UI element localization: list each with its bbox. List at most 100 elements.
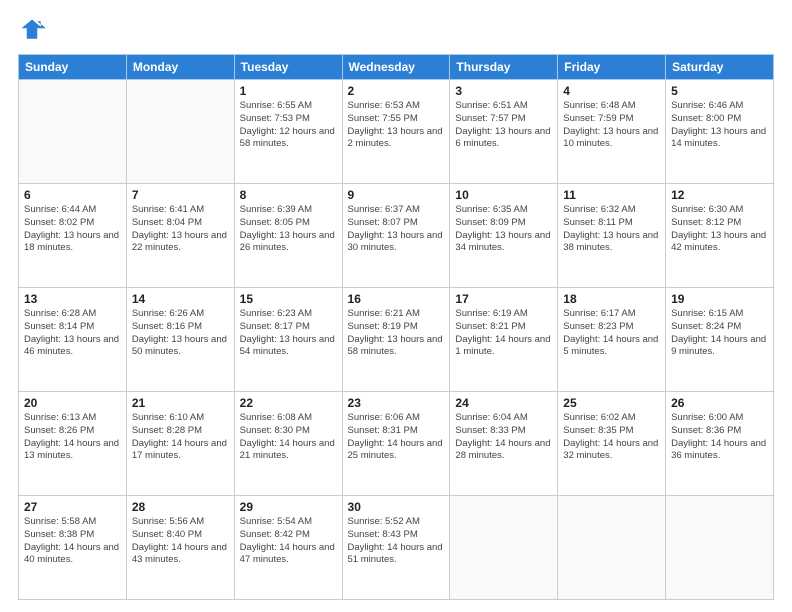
calendar-header: SundayMondayTuesdayWednesdayThursdayFrid… (19, 55, 774, 80)
calendar-cell: 5 Sunrise: 6:46 AM Sunset: 8:00 PM Daylig… (666, 80, 774, 184)
day-info: Sunrise: 6:15 AM Sunset: 8:24 PM Dayligh… (671, 308, 768, 359)
calendar-cell: 7 Sunrise: 6:41 AM Sunset: 8:04 PM Daylig… (126, 184, 234, 288)
calendar-week-3: 20Sunrise: 6:13 AM Sunset: 8:26 PM Dayli… (19, 392, 774, 496)
weekday-header-friday: Friday (558, 55, 666, 80)
day-number: 16 (348, 292, 445, 306)
day-info: Sunrise: 6:39 AM Sunset: 8:05 PM Dayligh… (240, 204, 337, 255)
calendar-cell (19, 80, 127, 184)
calendar-week-1: 6 Sunrise: 6:44 AM Sunset: 8:02 PM Daylig… (19, 184, 774, 288)
day-number: 9 (348, 188, 445, 202)
calendar-cell: 11 Sunrise: 6:32 AM Sunset: 8:11 PM Dayli… (558, 184, 666, 288)
calendar-cell: 21 Sunrise: 6:10 AM Sunset: 8:28 PM Dayli… (126, 392, 234, 496)
calendar-cell: 16 Sunrise: 6:21 AM Sunset: 8:19 PM Dayli… (342, 288, 450, 392)
calendar-cell: 30 Sunrise: 5:52 AM Sunset: 8:43 PM Dayli… (342, 496, 450, 600)
day-info: Sunrise: 6:53 AM Sunset: 7:55 PM Dayligh… (348, 100, 445, 151)
calendar-cell (666, 496, 774, 600)
calendar-cell: 28 Sunrise: 5:56 AM Sunset: 8:40 PM Dayli… (126, 496, 234, 600)
calendar-cell: 20Sunrise: 6:13 AM Sunset: 8:26 PM Dayli… (19, 392, 127, 496)
day-info: Sunrise: 6:26 AM Sunset: 8:16 PM Dayligh… (132, 308, 229, 359)
day-number: 11 (563, 188, 660, 202)
calendar-cell: 14 Sunrise: 6:26 AM Sunset: 8:16 PM Dayli… (126, 288, 234, 392)
calendar-cell: 29 Sunrise: 5:54 AM Sunset: 8:42 PM Dayli… (234, 496, 342, 600)
calendar-cell: 19 Sunrise: 6:15 AM Sunset: 8:24 PM Dayli… (666, 288, 774, 392)
day-info: Sunrise: 6:08 AM Sunset: 8:30 PM Dayligh… (240, 412, 337, 463)
calendar-cell: 10 Sunrise: 6:35 AM Sunset: 8:09 PM Dayli… (450, 184, 558, 288)
logo (18, 16, 50, 44)
calendar-week-0: 1 Sunrise: 6:55 AM Sunset: 7:53 PM Daylig… (19, 80, 774, 184)
day-info: Sunrise: 6:10 AM Sunset: 8:28 PM Dayligh… (132, 412, 229, 463)
weekday-header-thursday: Thursday (450, 55, 558, 80)
calendar-cell: 22 Sunrise: 6:08 AM Sunset: 8:30 PM Dayli… (234, 392, 342, 496)
day-info: Sunrise: 6:46 AM Sunset: 8:00 PM Dayligh… (671, 100, 768, 151)
day-number: 12 (671, 188, 768, 202)
calendar-cell: 6 Sunrise: 6:44 AM Sunset: 8:02 PM Daylig… (19, 184, 127, 288)
weekday-header-sunday: Sunday (19, 55, 127, 80)
calendar-cell (558, 496, 666, 600)
calendar-cell: 1 Sunrise: 6:55 AM Sunset: 7:53 PM Daylig… (234, 80, 342, 184)
calendar-cell: 2 Sunrise: 6:53 AM Sunset: 7:55 PM Daylig… (342, 80, 450, 184)
calendar-week-2: 13Sunrise: 6:28 AM Sunset: 8:14 PM Dayli… (19, 288, 774, 392)
day-number: 18 (563, 292, 660, 306)
day-number: 5 (671, 84, 768, 98)
day-number: 10 (455, 188, 552, 202)
day-number: 13 (24, 292, 121, 306)
day-number: 7 (132, 188, 229, 202)
weekday-header-monday: Monday (126, 55, 234, 80)
calendar-cell: 15Sunrise: 6:23 AM Sunset: 8:17 PM Dayli… (234, 288, 342, 392)
day-number: 2 (348, 84, 445, 98)
day-number: 26 (671, 396, 768, 410)
calendar-body: 1 Sunrise: 6:55 AM Sunset: 7:53 PM Daylig… (19, 80, 774, 600)
calendar-cell: 25Sunrise: 6:02 AM Sunset: 8:35 PM Dayli… (558, 392, 666, 496)
calendar-cell: 17 Sunrise: 6:19 AM Sunset: 8:21 PM Dayli… (450, 288, 558, 392)
day-number: 3 (455, 84, 552, 98)
calendar-cell: 18 Sunrise: 6:17 AM Sunset: 8:23 PM Dayli… (558, 288, 666, 392)
day-info: Sunrise: 6:23 AM Sunset: 8:17 PM Dayligh… (240, 308, 337, 359)
day-number: 25 (563, 396, 660, 410)
calendar-cell: 13Sunrise: 6:28 AM Sunset: 8:14 PM Dayli… (19, 288, 127, 392)
day-number: 24 (455, 396, 552, 410)
day-number: 23 (348, 396, 445, 410)
header (18, 16, 774, 44)
day-number: 19 (671, 292, 768, 306)
day-info: Sunrise: 6:17 AM Sunset: 8:23 PM Dayligh… (563, 308, 660, 359)
logo-icon (18, 16, 46, 44)
day-number: 6 (24, 188, 121, 202)
day-info: Sunrise: 6:19 AM Sunset: 8:21 PM Dayligh… (455, 308, 552, 359)
day-number: 30 (348, 500, 445, 514)
calendar: SundayMondayTuesdayWednesdayThursdayFrid… (18, 54, 774, 600)
day-info: Sunrise: 6:37 AM Sunset: 8:07 PM Dayligh… (348, 204, 445, 255)
day-info: Sunrise: 6:44 AM Sunset: 8:02 PM Dayligh… (24, 204, 121, 255)
calendar-cell: 23 Sunrise: 6:06 AM Sunset: 8:31 PM Dayli… (342, 392, 450, 496)
day-info: Sunrise: 5:58 AM Sunset: 8:38 PM Dayligh… (24, 516, 121, 567)
weekday-row: SundayMondayTuesdayWednesdayThursdayFrid… (19, 55, 774, 80)
calendar-cell (126, 80, 234, 184)
day-number: 4 (563, 84, 660, 98)
day-info: Sunrise: 6:35 AM Sunset: 8:09 PM Dayligh… (455, 204, 552, 255)
calendar-cell: 9 Sunrise: 6:37 AM Sunset: 8:07 PM Daylig… (342, 184, 450, 288)
day-info: Sunrise: 5:54 AM Sunset: 8:42 PM Dayligh… (240, 516, 337, 567)
day-number: 14 (132, 292, 229, 306)
day-info: Sunrise: 6:06 AM Sunset: 8:31 PM Dayligh… (348, 412, 445, 463)
day-info: Sunrise: 6:55 AM Sunset: 7:53 PM Dayligh… (240, 100, 337, 151)
day-info: Sunrise: 6:30 AM Sunset: 8:12 PM Dayligh… (671, 204, 768, 255)
day-info: Sunrise: 6:00 AM Sunset: 8:36 PM Dayligh… (671, 412, 768, 463)
calendar-cell: 3Sunrise: 6:51 AM Sunset: 7:57 PM Daylig… (450, 80, 558, 184)
weekday-header-tuesday: Tuesday (234, 55, 342, 80)
day-info: Sunrise: 6:32 AM Sunset: 8:11 PM Dayligh… (563, 204, 660, 255)
day-number: 28 (132, 500, 229, 514)
day-number: 1 (240, 84, 337, 98)
day-info: Sunrise: 6:21 AM Sunset: 8:19 PM Dayligh… (348, 308, 445, 359)
day-number: 21 (132, 396, 229, 410)
day-info: Sunrise: 5:56 AM Sunset: 8:40 PM Dayligh… (132, 516, 229, 567)
day-number: 17 (455, 292, 552, 306)
day-number: 20 (24, 396, 121, 410)
calendar-cell: 24Sunrise: 6:04 AM Sunset: 8:33 PM Dayli… (450, 392, 558, 496)
day-number: 22 (240, 396, 337, 410)
day-info: Sunrise: 5:52 AM Sunset: 8:43 PM Dayligh… (348, 516, 445, 567)
day-info: Sunrise: 6:41 AM Sunset: 8:04 PM Dayligh… (132, 204, 229, 255)
calendar-cell: 12 Sunrise: 6:30 AM Sunset: 8:12 PM Dayli… (666, 184, 774, 288)
calendar-cell: 8 Sunrise: 6:39 AM Sunset: 8:05 PM Daylig… (234, 184, 342, 288)
day-number: 29 (240, 500, 337, 514)
day-number: 27 (24, 500, 121, 514)
day-number: 8 (240, 188, 337, 202)
